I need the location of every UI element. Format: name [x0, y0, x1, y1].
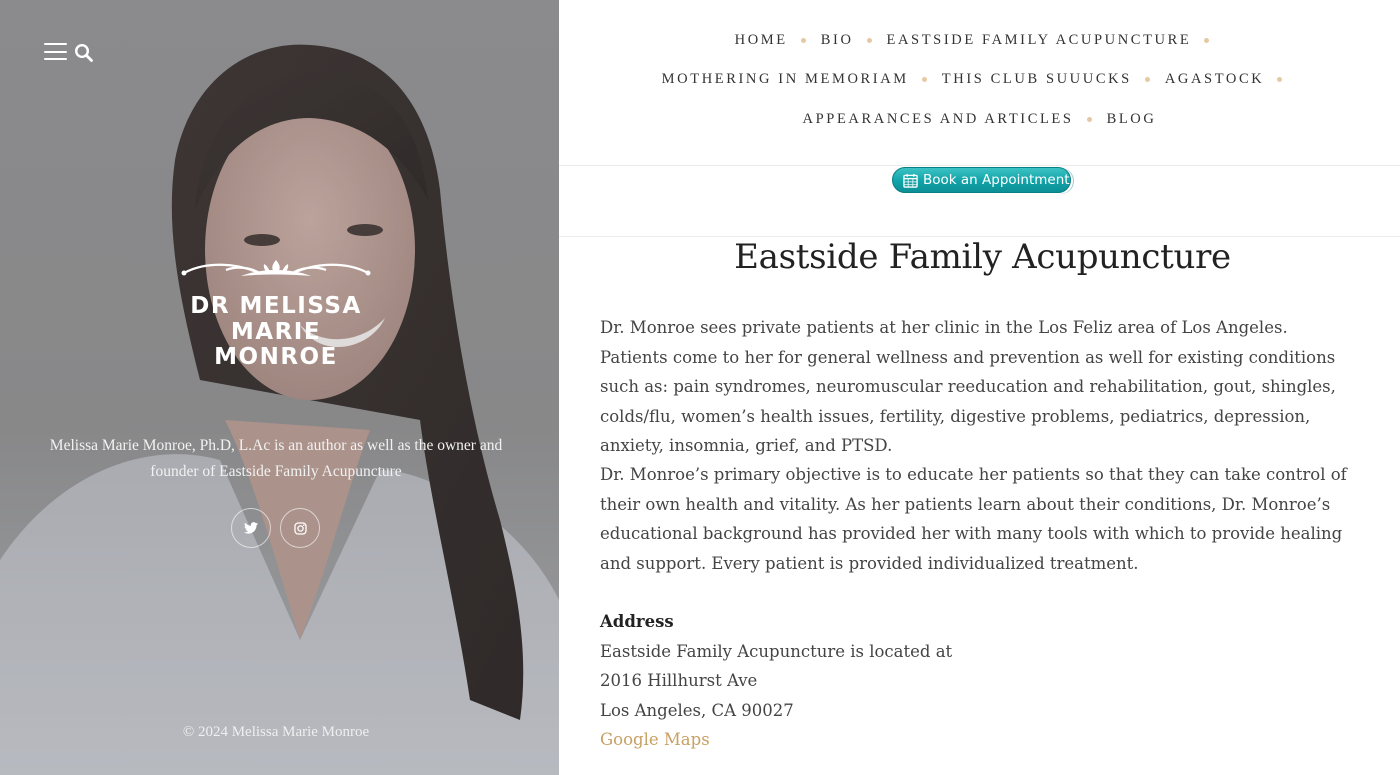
- address-city: Los Angeles, CA 90027: [600, 700, 794, 720]
- nav-item-home[interactable]: HOME: [735, 32, 788, 49]
- hero-overlay: [0, 0, 559, 775]
- twitter-icon: [244, 522, 258, 534]
- main-content: HOME BIO EASTSIDE FAMILY ACUPUNCTURE MOTHE…: [559, 0, 1400, 775]
- nav-item-eastside-family-acupuncture[interactable]: EASTSIDE FAMILY ACUPUNCTURE: [887, 32, 1192, 49]
- paragraph-text: Dr. Monroe’s primary objective is to edu…: [600, 465, 1347, 573]
- nav-row: HOME BIO EASTSIDE FAMILY ACUPUNCTURE: [559, 32, 1400, 49]
- google-maps-link[interactable]: Google Maps: [600, 730, 710, 749]
- site-tagline: Melissa Marie Monroe, Ph.D, L.Ac is an a…: [49, 437, 503, 480]
- logo-line-3: Monroe: [214, 344, 338, 370]
- instagram-icon: [293, 521, 307, 535]
- nav-separator: [1277, 77, 1283, 83]
- book-appointment-button[interactable]: Book an Appointment: [892, 167, 1071, 193]
- nav-separator: [866, 38, 872, 44]
- search-icon[interactable]: [74, 43, 94, 63]
- nav-item-this-club-suuucks[interactable]: THIS CLUB SUUUCKS: [942, 71, 1132, 88]
- nav-separator: [921, 77, 927, 83]
- objective-paragraph: Dr. Monroe’s primary objective is to edu…: [600, 460, 1360, 578]
- nav-item-bio[interactable]: BIO: [821, 32, 854, 49]
- nav-item-mothering-in-memoriam[interactable]: MOTHERING IN MEMORIAM: [662, 71, 909, 88]
- site-logo[interactable]: Dr Melissa Marie Monroe: [170, 258, 382, 371]
- logo-line-2: Marie: [230, 318, 322, 345]
- nav-row: APPEARANCES AND ARTICLES BLOG: [559, 111, 1400, 128]
- paragraph-text: Dr. Monroe sees private patients at her …: [600, 318, 1336, 455]
- calendar-icon: [903, 173, 918, 188]
- nav-separator: [1204, 38, 1210, 44]
- hero-panel: Dr Melissa Marie Monroe Melissa Marie Mo…: [0, 0, 559, 775]
- nav-separator: [1144, 77, 1150, 83]
- nav-item-appearances-and-articles[interactable]: APPEARANCES AND ARTICLES: [803, 111, 1074, 128]
- address-block: Address Eastside Family Acupuncture is l…: [600, 607, 1360, 755]
- booking-strip: Book an Appointment: [559, 166, 1400, 237]
- intro-paragraph: Dr. Monroe sees private patients at her …: [600, 313, 1360, 461]
- address-intro: Eastside Family Acupuncture is located a…: [600, 641, 953, 661]
- nav-row: MOTHERING IN MEMORIAM THIS CLUB SUUUCKS AG…: [559, 71, 1400, 88]
- nav-item-agastock[interactable]: AGASTOCK: [1165, 71, 1265, 88]
- logo-line-1: Dr Melissa: [190, 293, 362, 319]
- nav-item-blog[interactable]: BLOG: [1107, 111, 1157, 128]
- address-street: 2016 Hillhurst Ave: [600, 671, 758, 690]
- address-heading: Address: [600, 612, 674, 631]
- menu-icon[interactable]: [44, 43, 67, 62]
- page-title: Eastside Family Acupuncture: [734, 237, 1231, 277]
- nav-separator: [800, 38, 806, 44]
- primary-nav: HOME BIO EASTSIDE FAMILY ACUPUNCTURE MOTHE…: [559, 0, 1400, 166]
- copyright-text: © 2024 Melissa Marie Monroe: [182, 724, 370, 740]
- nav-separator: [1086, 117, 1092, 123]
- instagram-link[interactable]: [280, 508, 320, 548]
- twitter-link[interactable]: [231, 508, 271, 548]
- logo-ornament-icon: [181, 260, 371, 276]
- book-appointment-label: Book an Appointment: [923, 172, 1070, 188]
